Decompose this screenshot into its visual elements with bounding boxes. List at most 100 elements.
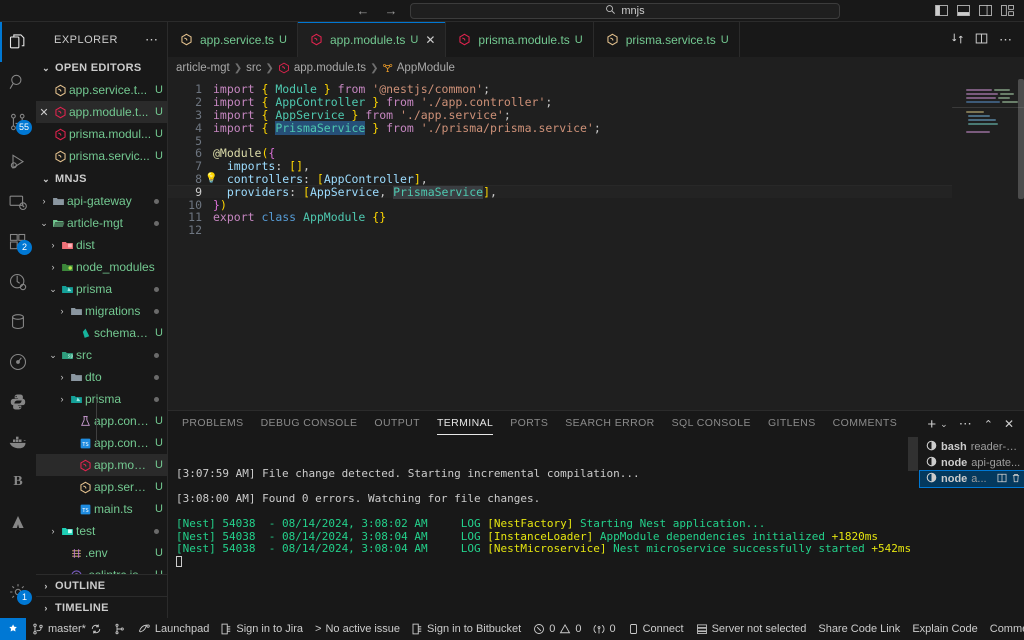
tree-file[interactable]: .eslintrc.jsU (36, 564, 167, 574)
maximize-panel-button[interactable]: ⌃ (984, 418, 993, 431)
arrow-right-icon[interactable]: → (382, 3, 400, 18)
arrow-left-icon[interactable]: ← (354, 3, 372, 18)
tree-folder[interactable]: › dto (36, 366, 167, 388)
status-item-source-control-branch[interactable]: master* (26, 618, 108, 640)
toggle-secondary-sidebar-icon[interactable] (979, 5, 992, 16)
status-item-errors-warnings[interactable]: 0 0 (527, 618, 587, 640)
tree-file[interactable]: TS app.controll... U (36, 432, 167, 454)
activity-item-docker[interactable] (0, 422, 36, 462)
panel-tab[interactable]: SEARCH ERROR (565, 417, 654, 432)
terminal-list-item[interactable]: node a... (919, 470, 1024, 488)
lightbulb-icon[interactable]: 💡 (205, 173, 217, 184)
panel-tab[interactable]: OUTPUT (374, 417, 420, 432)
toggle-primary-sidebar-icon[interactable] (935, 5, 948, 16)
tree-file[interactable]: app.module... U (36, 454, 167, 476)
tree-folder[interactable]: ⌄ article-mgt (36, 212, 167, 234)
tree-folder[interactable]: › prisma (36, 388, 167, 410)
chevron-right-icon[interactable]: › (56, 306, 68, 316)
split-terminal-icon[interactable] (997, 473, 1007, 486)
section-timeline[interactable]: › TIMELINE (36, 596, 167, 618)
activity-item-database[interactable] (0, 302, 36, 342)
editor-tab[interactable]: app.module.ts U ✕ (298, 22, 447, 57)
tree-folder[interactable]: › node_modules (36, 256, 167, 278)
section-workspace[interactable]: ⌄ MNJS (36, 168, 167, 190)
tree-file[interactable]: app.controll... U (36, 410, 167, 432)
minimap[interactable] (952, 79, 1024, 410)
activity-item-atlassian[interactable] (0, 502, 36, 542)
panel-tab[interactable]: GITLENS (768, 417, 816, 432)
code-area[interactable]: 1 import { Module } from '@nestjs/common'… (168, 79, 952, 410)
terminal-list-item[interactable]: bash reader-m... (920, 439, 1024, 455)
tree-folder[interactable]: ⌄ prisma (36, 278, 167, 300)
panel-tab[interactable]: PROBLEMS (182, 417, 244, 432)
editor-tab[interactable]: prisma.service.ts U (593, 22, 740, 57)
activity-item-settings[interactable]: 1 (0, 572, 36, 612)
chevron-right-icon[interactable]: › (47, 526, 59, 536)
panel-more-actions-button[interactable]: ⋯ (959, 416, 973, 432)
chevron-right-icon[interactable]: › (38, 196, 50, 206)
chevron-right-icon[interactable]: › (56, 372, 68, 382)
status-item-no-active-issue[interactable]: > No active issue (309, 618, 406, 640)
chevron-right-icon[interactable]: › (47, 240, 59, 250)
tree-folder[interactable]: ⌄ sp src (36, 344, 167, 366)
tree-file[interactable]: schema.pris... U (36, 322, 167, 344)
activity-item-run-and-debug[interactable] (0, 142, 36, 182)
tree-folder[interactable]: › dist (36, 234, 167, 256)
open-editor-item[interactable]: app.service.t... U (36, 79, 167, 101)
close-icon[interactable]: ✕ (425, 33, 435, 47)
status-item-launchpad[interactable]: Launchpad (132, 618, 215, 640)
toggle-panel-icon[interactable] (957, 5, 970, 16)
chevron-down-icon[interactable]: ⌄ (38, 218, 50, 229)
run-or-sync-icon[interactable] (951, 32, 964, 48)
open-editor-item[interactable]: ✕ app.module.t... U (36, 101, 167, 123)
panel-tab[interactable]: DEBUG CONSOLE (261, 417, 358, 432)
tree-folder[interactable]: › migrations (36, 300, 167, 322)
breadcrumb-item-0[interactable]: article-mgt (176, 62, 230, 74)
activity-item-explorer[interactable] (0, 22, 36, 62)
terminal-profile-dropdown[interactable]: ⌄ (940, 419, 948, 430)
tree-file[interactable]: .env U (36, 542, 167, 564)
open-editor-item[interactable]: prisma.modul... U (36, 123, 167, 145)
tree-file[interactable]: TS main.ts U (36, 498, 167, 520)
chevron-right-icon[interactable]: › (47, 262, 59, 272)
open-editor-item[interactable]: prisma.servic... U (36, 145, 167, 167)
panel-tab[interactable]: PORTS (510, 417, 548, 432)
activity-item-extensions[interactable]: 2 (0, 222, 36, 262)
activity-item-gitlens[interactable] (0, 342, 36, 382)
customize-layout-icon[interactable] (1001, 5, 1014, 16)
status-item-jira-sign-in[interactable]: Sign in to Jira (215, 618, 309, 640)
close-icon[interactable]: ✕ (36, 106, 52, 119)
status-item-ports-forwarded[interactable]: 0 (587, 618, 621, 640)
status-item-share-code-link[interactable]: Share Code Link (812, 618, 906, 640)
section-open-editors[interactable]: ⌄ OPEN EDITORS (36, 57, 167, 79)
terminal-scrollbar[interactable] (908, 437, 918, 471)
status-item-explain-code[interactable]: Explain Code (906, 618, 983, 640)
tree-file[interactable]: app.service.ts U (36, 476, 167, 498)
status-item-comment-code[interactable]: Comment Code (984, 618, 1024, 640)
activity-item-remote-explorer[interactable] (0, 182, 36, 222)
more-actions-icon[interactable]: ⋯ (999, 32, 1013, 48)
breadcrumb-item-3[interactable]: AppModule (397, 62, 455, 74)
section-outline[interactable]: › OUTLINE (36, 574, 167, 596)
remote-indicator[interactable] (0, 618, 26, 640)
status-item-server-selector[interactable]: Server not selected (690, 618, 813, 640)
editor-tab[interactable]: prisma.module.ts U (446, 22, 594, 57)
breadcrumb-item-1[interactable]: src (246, 62, 261, 74)
status-item-database-connect[interactable]: Connect (622, 618, 690, 640)
activity-item-python[interactable] (0, 382, 36, 422)
terminal-output[interactable]: [3:07:59 AM] File change detected. Start… (168, 437, 920, 618)
activity-item-test-explorer[interactable] (0, 262, 36, 302)
chevron-down-icon[interactable]: ⌄ (47, 350, 59, 361)
quick-input-search[interactable]: mnjs (410, 2, 840, 19)
chevron-right-icon[interactable]: › (56, 394, 68, 404)
editor-tab[interactable]: app.service.ts U (168, 22, 298, 57)
ellipsis-icon[interactable]: ⋯ (145, 32, 159, 48)
breadcrumb-item-2[interactable]: app.module.ts (294, 62, 366, 74)
tree-folder[interactable]: › api-gateway (36, 190, 167, 212)
kill-terminal-icon[interactable] (1011, 473, 1021, 486)
chevron-down-icon[interactable]: ⌄ (47, 284, 59, 295)
status-item-bitbucket-sign-in[interactable]: Sign in to Bitbucket (406, 618, 527, 640)
panel-tab[interactable]: TERMINAL (436, 417, 494, 435)
new-terminal-button[interactable]: + (927, 416, 936, 433)
activity-item-source-control[interactable]: 55 (0, 102, 36, 142)
